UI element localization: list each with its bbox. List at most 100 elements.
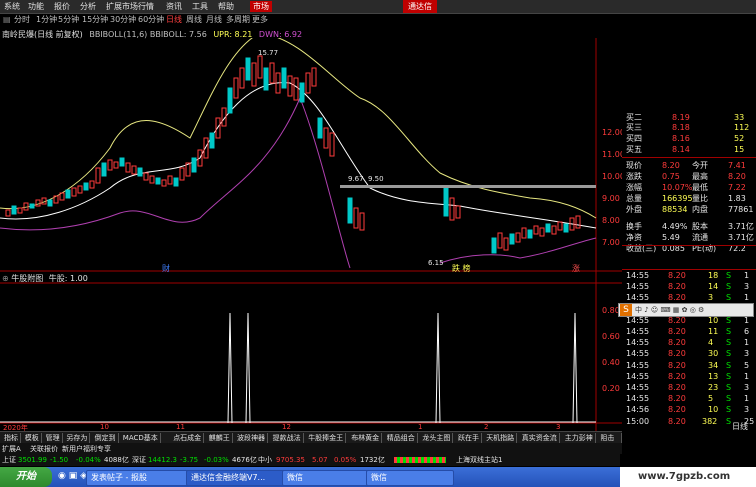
indicator-tab[interactable]: 真实资金流 bbox=[520, 433, 560, 443]
period-tab[interactable]: 周线 bbox=[186, 15, 202, 25]
candle bbox=[113, 161, 119, 169]
candle bbox=[287, 75, 293, 97]
stat-row: 外盘 88534 内盘 77861 bbox=[626, 205, 754, 214]
period-tab[interactable]: 30分钟 bbox=[110, 15, 136, 25]
sub-axis: 0.80 0.60 0.40 0.20 bbox=[600, 300, 622, 420]
event-marker-rank[interactable]: 跌 榜 bbox=[452, 263, 471, 274]
candle bbox=[125, 162, 131, 173]
indicator-tab[interactable]: 龙头主图 bbox=[420, 433, 454, 443]
indicator-tab[interactable]: 麒麟王 bbox=[207, 433, 233, 443]
menu-item-extended-market[interactable]: 扩展市场行情 bbox=[106, 1, 154, 12]
ext-label[interactable]: 扩展A bbox=[2, 444, 21, 454]
sub-tick: 0.40 bbox=[602, 358, 620, 367]
task-forum[interactable]: 发表帖子 - 报股 bbox=[86, 470, 190, 486]
date-label: 11 bbox=[176, 423, 185, 431]
period-tab[interactable]: 5分钟 bbox=[58, 15, 79, 25]
start-button[interactable]: 开始 bbox=[0, 467, 52, 487]
candle bbox=[299, 82, 305, 103]
menu-item-function[interactable]: 功能 bbox=[28, 1, 44, 12]
event-marker-rise[interactable]: 涨 bbox=[572, 263, 580, 274]
candle bbox=[143, 172, 149, 181]
candle bbox=[257, 55, 263, 79]
candle bbox=[305, 72, 311, 94]
promo-link[interactable]: 新用户福利专享 bbox=[62, 444, 111, 454]
float-toolbar[interactable]: S 中 ♪ ☺ ⌨ ▦ ✿ ◎ ⚙ bbox=[618, 303, 754, 317]
server-label[interactable]: 上海双线主站1 bbox=[456, 454, 502, 466]
task-tdx[interactable]: 通达信金融终端V7... bbox=[186, 470, 286, 486]
indicator-tab[interactable]: 指标 bbox=[2, 433, 21, 443]
candle bbox=[551, 225, 557, 235]
menu-item-system[interactable]: 系统 bbox=[4, 1, 20, 12]
tick-row: 14:55 8.20 5 S 1 bbox=[626, 394, 750, 404]
indicator-tab[interactable]: 另存为 bbox=[64, 433, 91, 443]
toolbar-logo-icon: S bbox=[620, 304, 632, 316]
toolbar-icons[interactable]: 中 ♪ ☺ ⌨ ▦ ✿ ◎ ⚙ bbox=[635, 305, 704, 315]
indicator-tab[interactable]: 精品组合 bbox=[385, 433, 418, 443]
period-tab[interactable]: 月线 bbox=[206, 15, 222, 25]
candle bbox=[107, 159, 113, 171]
price-tick: 8.00 bbox=[602, 216, 620, 225]
quicklaunch-icons[interactable]: ◉ ▣ ◈ bbox=[58, 471, 87, 481]
indicator-tab[interactable]: 管理 bbox=[44, 433, 63, 443]
candle bbox=[557, 221, 563, 231]
tick-row: 14:55 8.20 13 S 1 bbox=[626, 371, 750, 381]
indicator-tab[interactable]: 倒定到 bbox=[93, 433, 119, 443]
sz-change: -3.75 bbox=[180, 456, 199, 464]
market-button[interactable]: 市场 bbox=[250, 1, 272, 12]
related-quote-link[interactable]: 关联报价 bbox=[30, 444, 58, 454]
zx-change: 5.07 bbox=[312, 456, 328, 464]
indicator-tab[interactable]: 牛股捧金王 bbox=[306, 433, 347, 443]
indicator-tab[interactable]: MACD基本 bbox=[121, 433, 161, 443]
stat-row: 现价 8.20 今开 7.41 bbox=[626, 161, 746, 170]
period-tab[interactable]: 多周期 bbox=[226, 15, 250, 25]
date-label: 2 bbox=[484, 423, 489, 431]
period-tab[interactable]: 1分钟 bbox=[36, 15, 57, 25]
indicator-tab[interactable]: 点石成金 bbox=[171, 433, 205, 443]
candle bbox=[131, 165, 137, 175]
kline-chart[interactable] bbox=[0, 38, 622, 431]
candle bbox=[269, 62, 275, 84]
event-marker-finance[interactable]: 财 bbox=[162, 263, 170, 274]
sz-pct: -0.03% bbox=[204, 456, 229, 464]
indicator-tab[interactable]: 波段神器 bbox=[235, 433, 268, 443]
menu-item-analysis[interactable]: 分析 bbox=[80, 1, 96, 12]
sub-chart-header: ⊕ 牛股附图 牛股: 1.00 bbox=[2, 273, 88, 284]
candle bbox=[317, 117, 323, 139]
candle bbox=[575, 215, 581, 229]
candle bbox=[167, 175, 173, 185]
indicator-tab[interactable]: 布林黄金 bbox=[349, 433, 383, 443]
level-annotation-left: 9.67 bbox=[348, 175, 364, 183]
candle bbox=[563, 223, 569, 233]
zx-amount: 1732亿 bbox=[360, 456, 385, 464]
candle bbox=[191, 157, 197, 173]
period-tab[interactable]: 60分钟 bbox=[138, 15, 164, 25]
spike-mark bbox=[245, 312, 251, 424]
tick-row: 14:55 8.20 23 S 3 bbox=[626, 383, 750, 392]
period-tab-more[interactable]: 更多 bbox=[252, 15, 268, 25]
indicator-tab[interactable]: 跃在手 bbox=[456, 433, 482, 443]
candle bbox=[323, 127, 329, 149]
candle bbox=[77, 185, 83, 194]
menu-item-quote[interactable]: 报价 bbox=[54, 1, 70, 12]
task-wechat-1[interactable]: 微信 bbox=[282, 470, 370, 486]
period-tab[interactable]: 15分钟 bbox=[82, 15, 108, 25]
task-wechat-2[interactable]: 微信 bbox=[366, 470, 454, 486]
candle bbox=[209, 132, 215, 149]
zx-value: 9705.35 bbox=[276, 456, 305, 464]
taskbar: 开始 ◉ ▣ ◈ 发表帖子 - 报股 通达信金融终端V7... 微信 微信 bbox=[0, 467, 620, 487]
indicator-tab[interactable]: 模板 bbox=[23, 433, 42, 443]
indicator-tab[interactable]: 主力彭神 bbox=[563, 433, 596, 443]
day-label: 日线 bbox=[732, 422, 748, 431]
tick-row: 14:55 8.20 18 S 1 bbox=[626, 271, 750, 280]
candle bbox=[455, 205, 461, 219]
period-tab[interactable]: 分时 bbox=[14, 15, 30, 25]
spike-mark bbox=[435, 312, 441, 424]
indicator-tab[interactable]: 天机指路 bbox=[484, 433, 518, 443]
stat-row: 总量 166395 量比 1.83 bbox=[626, 194, 746, 203]
indicator-tab[interactable]: 提款战法 bbox=[271, 433, 304, 443]
period-tab-active[interactable]: 日线 bbox=[166, 15, 182, 25]
candle bbox=[89, 180, 95, 189]
menu-item-news[interactable]: 资讯 bbox=[166, 1, 182, 12]
menu-item-help[interactable]: 帮助 bbox=[218, 1, 234, 12]
menu-item-tools[interactable]: 工具 bbox=[192, 1, 208, 12]
